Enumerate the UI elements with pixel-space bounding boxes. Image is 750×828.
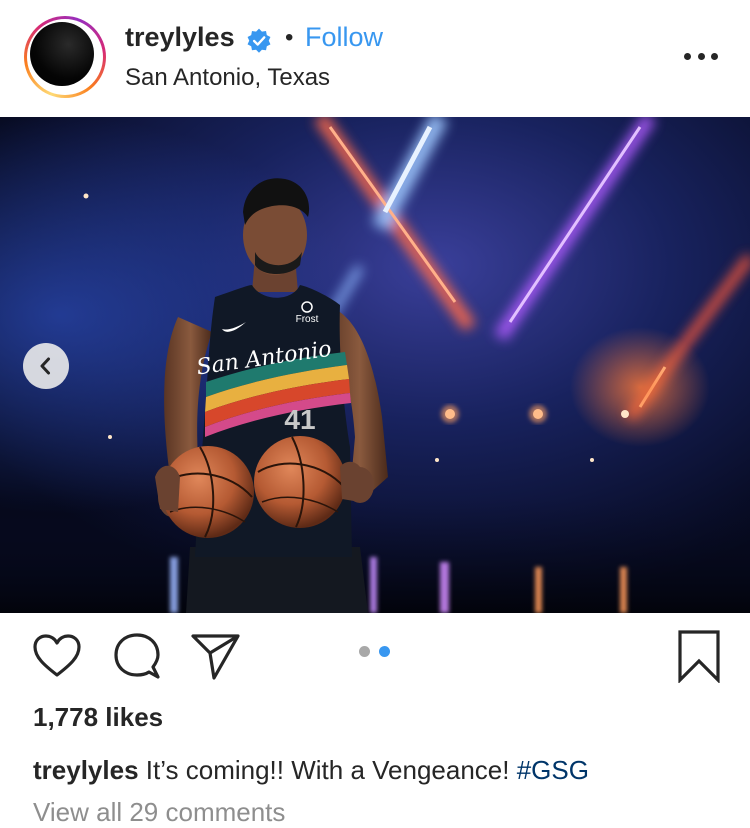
verified-badge-icon (247, 28, 271, 53)
heart-icon[interactable] (32, 633, 82, 679)
avatar-story-ring[interactable] (24, 16, 106, 98)
carousel-dot-active (379, 646, 390, 657)
more-dot (684, 52, 691, 60)
more-dot (697, 52, 705, 60)
follow-button[interactable]: Follow (305, 22, 383, 53)
username-link[interactable]: treylyles (125, 22, 235, 53)
more-options-icon[interactable] (684, 46, 718, 66)
post-image[interactable]: Frost San Antonio 41 (0, 117, 750, 613)
post-header: treylyles • Follow San Antonio, Texas (0, 0, 750, 117)
likes-count[interactable]: 1,778 likes (33, 702, 163, 733)
carousel-prev-button[interactable] (23, 343, 69, 389)
more-dot (711, 52, 718, 60)
post-actions (0, 613, 750, 703)
chevron-left-icon (40, 357, 50, 375)
jersey-number: 41 (284, 404, 315, 435)
avatar[interactable] (30, 22, 94, 86)
jersey-sponsor: Frost (296, 314, 319, 325)
caption-hashtag[interactable]: #GSG (517, 755, 589, 785)
basketball-right (254, 436, 346, 528)
view-comments-link[interactable]: View all 29 comments (33, 797, 285, 828)
caption-username[interactable]: treylyles (33, 755, 139, 785)
post-caption: treylyles It’s coming!! With a Vengeance… (33, 755, 589, 786)
caption-text: It’s coming!! With a Vengeance! (145, 755, 517, 785)
bookmark-icon[interactable] (677, 629, 721, 683)
photo-scene: Frost San Antonio 41 (0, 117, 750, 613)
paper-plane-icon[interactable] (190, 631, 242, 681)
comment-bubble-icon[interactable] (112, 631, 162, 681)
separator-dot: • (285, 24, 294, 51)
carousel-dot (359, 646, 370, 657)
location-link[interactable]: San Antonio, Texas (125, 64, 330, 92)
carousel-indicator (359, 646, 390, 657)
